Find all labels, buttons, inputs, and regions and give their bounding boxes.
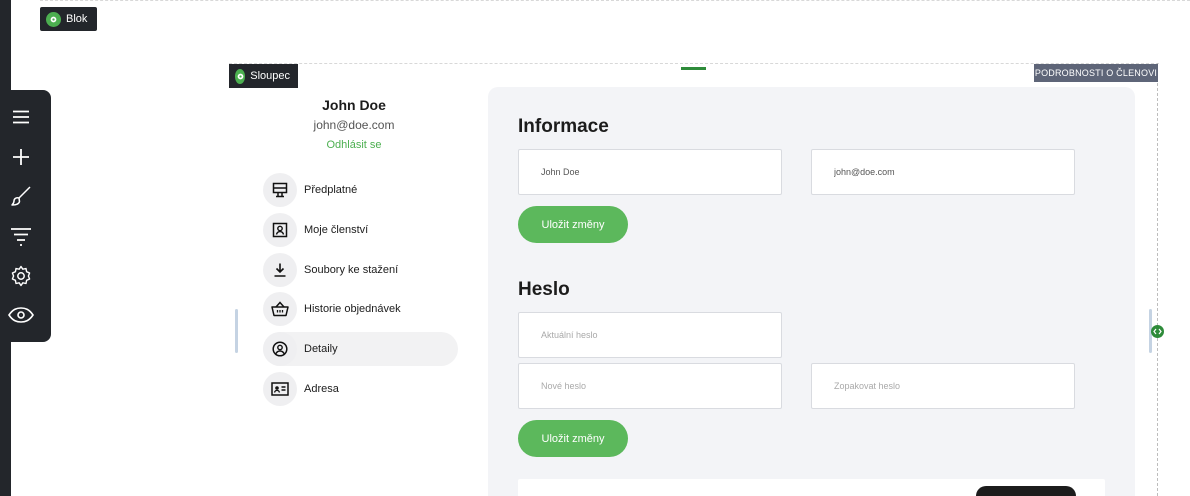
name-field[interactable] [518,149,782,195]
nav-item-details[interactable]: Detaily [263,332,458,367]
nav-item-subscription[interactable]: Předplatné [263,173,458,207]
save-info-button[interactable]: Uložit změny [518,206,628,243]
subscription-icon [263,173,297,207]
basket-icon [263,292,297,327]
next-section-button[interactable] [976,486,1076,496]
settings-gear-icon [235,68,246,84]
membership-icon [263,212,297,247]
password-title: Heslo [518,279,570,300]
profile-name: John Doe [322,97,386,113]
gear-icon[interactable] [8,263,34,289]
nav-item-label: Předplatné [304,184,358,196]
info-title: Informace [518,116,609,137]
save-password-button[interactable]: Uložit změny [518,420,628,457]
nav-item-address[interactable]: Adresa [263,371,458,406]
nav-item-label: Adresa [304,382,339,395]
column-guide-top [229,63,1159,64]
brush-icon[interactable] [8,183,34,209]
block-guide [40,0,1190,1]
page: Blok Sloupec PODROBNOSTI O ČLENOVI John … [0,0,1190,496]
current-password-field[interactable] [518,312,782,358]
account-nav: Předplatné Moje členství Soubory ke staž… [263,173,458,412]
user-circle-icon [263,332,297,367]
logout-link[interactable]: Odhlásit se [254,139,454,151]
address-card-icon [263,371,297,406]
profile-summary: John Doe john@doe.com Odhlásit se [254,97,454,151]
block-label-text: Blok [66,13,88,25]
profile-email: john@doe.com [313,118,395,132]
code-toggle-icon[interactable] [1151,325,1164,338]
repeat-password-field[interactable] [811,363,1075,409]
nav-item-label: Soubory ke stažení [304,263,399,276]
nav-item-membership[interactable]: Moje členství [263,212,458,247]
nav-item-downloads[interactable]: Soubory ke stažení [263,252,458,287]
details-panel: Informace Uložit změny Heslo Uložit změn… [488,87,1135,496]
block-label[interactable]: Blok [40,7,97,31]
builder-toolbar [0,90,51,342]
download-icon [263,252,297,287]
nav-item-label: Moje členství [304,223,369,236]
settings-gear-icon [46,11,61,27]
new-password-field[interactable] [518,363,782,409]
drop-indicator [681,67,706,70]
resize-handle-left[interactable] [235,309,238,353]
filter-icon[interactable] [8,223,34,249]
column-guide-right [1157,63,1158,496]
section-tag: PODROBNOSTI O ČLENOVI [1034,64,1158,82]
plus-icon[interactable] [8,144,34,170]
email-field[interactable] [811,149,1075,195]
next-section-card [518,479,1105,496]
column-label-text: Sloupec [250,70,290,82]
menu-icon[interactable] [8,104,34,130]
nav-item-label: Historie objednávek [304,303,401,316]
nav-item-order-history[interactable]: Historie objednávek [263,292,458,327]
column-label[interactable]: Sloupec [229,64,298,88]
eye-icon[interactable] [7,302,35,328]
nav-item-label: Detaily [304,343,338,356]
